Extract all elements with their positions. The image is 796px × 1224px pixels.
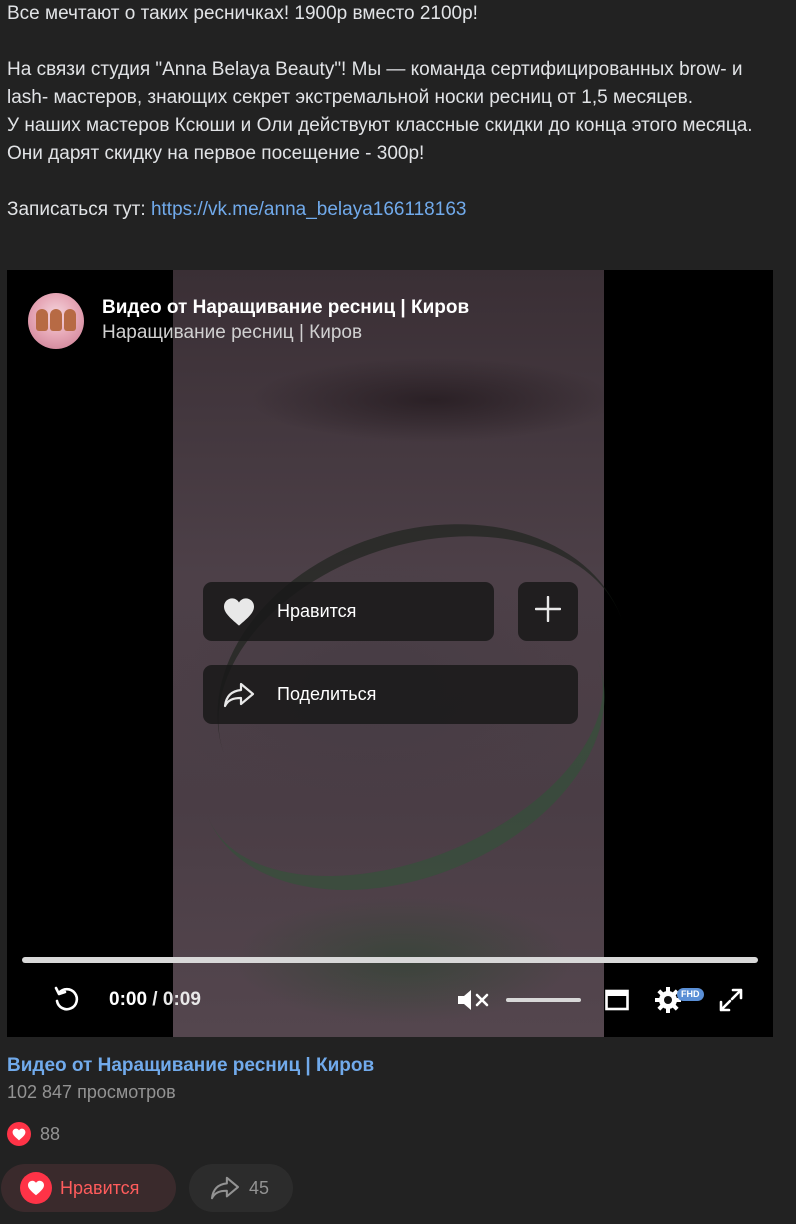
post-line-headline: Все мечтают о таких ресничках! 1900р вме… <box>7 3 478 24</box>
video-header: Видео от Наращивание ресниц | Киров Нара… <box>28 293 469 349</box>
post-line-signup: Записаться тут: https://vk.me/anna_belay… <box>7 196 787 224</box>
quality-badge[interactable]: FHD <box>677 988 704 1001</box>
overlay-like-label: Нравится <box>277 601 357 621</box>
share-icon <box>209 1175 241 1201</box>
video-title[interactable]: Видео от Наращивание ресниц | Киров <box>102 296 469 320</box>
overlay-share-label: Поделиться <box>277 684 377 704</box>
video-controls: 0:00 / 0:09 FHD <box>7 978 773 1022</box>
time-total: 0:09 <box>162 989 201 1010</box>
add-to-playlist-button[interactable] <box>518 582 578 641</box>
likes-summary[interactable]: 88 <box>7 1122 60 1146</box>
time-separator: / <box>147 989 163 1010</box>
likes-count: 88 <box>40 1123 61 1144</box>
volume-slider[interactable] <box>506 998 581 1002</box>
plus-icon <box>534 595 562 627</box>
video-channel[interactable]: Наращивание ресниц | Киров <box>102 320 469 346</box>
heart-icon <box>7 1122 31 1146</box>
heart-icon <box>20 1172 52 1204</box>
post-text: Все мечтают о таких ресничках! 1900р вме… <box>7 0 787 224</box>
video-player[interactable]: Видео от Наращивание ресниц | Киров Нара… <box>7 270 773 1037</box>
overlay-share-button[interactable]: Поделиться <box>203 665 578 724</box>
channel-avatar[interactable] <box>28 293 84 349</box>
like-button-label: Нравится <box>60 1177 140 1198</box>
share-icon <box>221 681 257 709</box>
fullscreen-icon[interactable] <box>717 986 745 1014</box>
mute-icon[interactable] <box>456 986 492 1014</box>
heart-icon <box>221 597 257 627</box>
replay-icon[interactable] <box>51 984 81 1014</box>
view-count: 102 847 просмотров <box>7 1082 176 1102</box>
video-frame[interactable] <box>156 270 672 1037</box>
share-count: 45 <box>249 1177 270 1198</box>
post-line-intro: На связи студия "Anna Belaya Beauty"! Мы… <box>7 59 748 108</box>
signup-label: Записаться тут: <box>7 199 151 220</box>
share-button[interactable]: 45 <box>189 1164 293 1212</box>
signup-link[interactable]: https://vk.me/anna_belaya166118163 <box>151 199 467 220</box>
theater-mode-icon[interactable] <box>604 987 630 1013</box>
video-progress-bar[interactable] <box>22 957 758 963</box>
time-current: 0:00 <box>109 989 148 1010</box>
video-link-title[interactable]: Видео от Наращивание ресниц | Киров <box>7 1055 374 1077</box>
time-display: 0:00 / 0:09 <box>109 989 201 1011</box>
post-line-discount: У наших мастеров Ксюши и Оли действуют к… <box>7 115 758 164</box>
overlay-like-button[interactable]: Нравится <box>203 582 494 641</box>
like-button[interactable]: Нравится <box>1 1164 176 1212</box>
